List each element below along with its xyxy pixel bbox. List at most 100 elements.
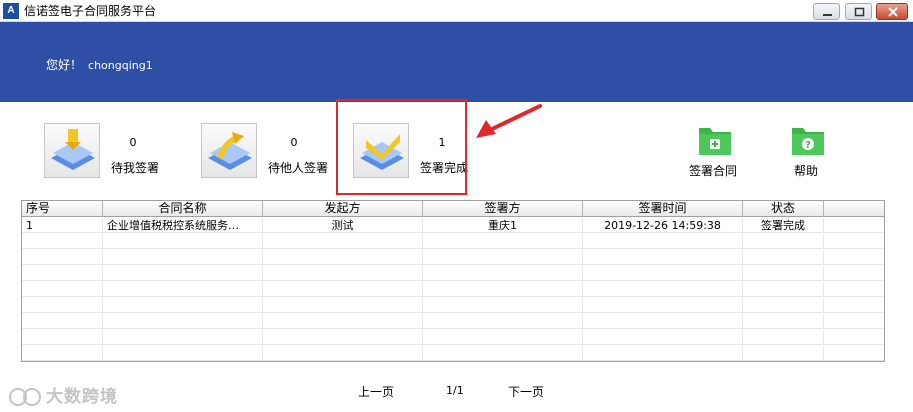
sign-contract-label[interactable]: 签署合同	[689, 162, 737, 179]
empty-cell	[423, 266, 583, 281]
empty-cell	[263, 266, 423, 281]
empty-table-row	[22, 330, 884, 345]
help-button[interactable]: ?	[791, 123, 825, 157]
empty-cell	[743, 314, 824, 329]
empty-cell	[103, 314, 263, 329]
table-row[interactable]: 1 企业增值税税控系统服务… 测试 重庆1 2019-12-26 14:59:3…	[22, 218, 884, 233]
pending-others-sign-button[interactable]	[201, 123, 257, 178]
username: chongqing1	[88, 59, 153, 72]
empty-cell	[103, 266, 263, 281]
pending-others-sign-label: 待他人签署	[268, 161, 329, 175]
empty-cell	[423, 330, 583, 345]
sign-contract-button[interactable]	[698, 123, 732, 157]
empty-cell	[824, 282, 884, 297]
column-header-signer[interactable]: 签署方	[423, 201, 583, 217]
empty-cell	[22, 282, 103, 297]
column-header-status[interactable]: 状态	[743, 201, 824, 217]
empty-cell	[22, 298, 103, 313]
empty-cell	[743, 346, 824, 361]
empty-table-row	[22, 266, 884, 281]
watermark-logo-icon	[9, 388, 41, 406]
empty-cell	[103, 250, 263, 265]
column-header-filler	[824, 201, 884, 217]
empty-cell	[22, 266, 103, 281]
empty-cell	[22, 250, 103, 265]
empty-cell	[743, 330, 824, 345]
maximize-button[interactable]	[845, 3, 872, 20]
empty-cell	[423, 282, 583, 297]
svg-text:?: ?	[805, 140, 811, 151]
next-page-button[interactable]: 下一页	[508, 383, 544, 400]
empty-cell	[423, 298, 583, 313]
empty-cell	[423, 234, 583, 249]
empty-cell	[423, 314, 583, 329]
column-header-sign-time[interactable]: 签署时间	[583, 201, 743, 217]
send-sign-icon	[208, 132, 252, 170]
cell-initiator: 测试	[263, 218, 423, 233]
empty-cell	[743, 234, 824, 249]
empty-cell	[824, 250, 884, 265]
empty-cell	[423, 250, 583, 265]
empty-cell	[743, 282, 824, 297]
empty-cell	[22, 234, 103, 249]
empty-cell	[103, 298, 263, 313]
cell-filler	[824, 218, 884, 233]
header-band: 您好！ chongqing1	[0, 22, 913, 102]
empty-cell	[583, 282, 743, 297]
empty-cell	[743, 266, 824, 281]
annotation-arrow-icon	[476, 104, 542, 138]
add-folder-icon	[699, 128, 731, 155]
help-folder-icon: ?	[792, 128, 824, 155]
empty-table-row	[22, 314, 884, 329]
pending-my-sign-label: 待我签署	[111, 161, 160, 175]
minimize-button[interactable]	[813, 3, 840, 20]
empty-cell	[423, 346, 583, 361]
empty-cell	[583, 250, 743, 265]
prev-page-button[interactable]: 上一页	[358, 383, 394, 400]
empty-cell	[22, 314, 103, 329]
contract-table[interactable]: 序号 合同名称 发起方 签署方 签署时间 状态 1 企业增值税税控系统服务… 测…	[21, 200, 885, 362]
empty-cell	[263, 330, 423, 345]
empty-cell	[263, 282, 423, 297]
cell-sign-time: 2019-12-26 14:59:38	[583, 218, 743, 233]
close-button[interactable]	[876, 3, 908, 20]
maximize-icon	[854, 7, 865, 17]
highlight-annotation-box	[336, 99, 467, 195]
cell-contract-name: 企业增值税税控系统服务…	[103, 218, 263, 233]
empty-table-row	[22, 346, 884, 361]
app-logo-icon: A	[3, 3, 19, 19]
watermark-text: 大数跨境	[46, 387, 118, 407]
empty-cell	[824, 346, 884, 361]
empty-cell	[583, 330, 743, 345]
window-titlebar: A 信诺签电子合同服务平台	[0, 0, 913, 22]
empty-cell	[263, 298, 423, 313]
cell-index: 1	[22, 218, 103, 233]
empty-cell	[743, 250, 824, 265]
pending-my-sign-count: 0	[129, 136, 137, 149]
empty-cell	[103, 282, 263, 297]
window-title: 信诺签电子合同服务平台	[24, 4, 157, 18]
column-header-name[interactable]: 合同名称	[103, 201, 263, 217]
minimize-icon	[823, 14, 832, 16]
empty-cell	[263, 234, 423, 249]
column-header-initiator[interactable]: 发起方	[263, 201, 423, 217]
help-label[interactable]: 帮助	[794, 162, 818, 179]
pending-my-sign-button[interactable]	[44, 123, 100, 178]
pending-sign-icon	[51, 129, 95, 170]
empty-cell	[583, 234, 743, 249]
cell-status: 签署完成	[743, 218, 824, 233]
column-header-index[interactable]: 序号	[22, 201, 103, 217]
empty-cell	[583, 346, 743, 361]
empty-cell	[824, 330, 884, 345]
empty-table-row	[22, 282, 884, 297]
empty-cell	[103, 330, 263, 345]
greeting-text: 您好！	[46, 58, 83, 72]
empty-cell	[824, 266, 884, 281]
empty-cell	[22, 346, 103, 361]
empty-table-row	[22, 250, 884, 265]
empty-cell	[824, 234, 884, 249]
empty-cell	[824, 298, 884, 313]
empty-cell	[743, 298, 824, 313]
close-icon	[888, 7, 898, 17]
empty-table-row	[22, 234, 884, 249]
